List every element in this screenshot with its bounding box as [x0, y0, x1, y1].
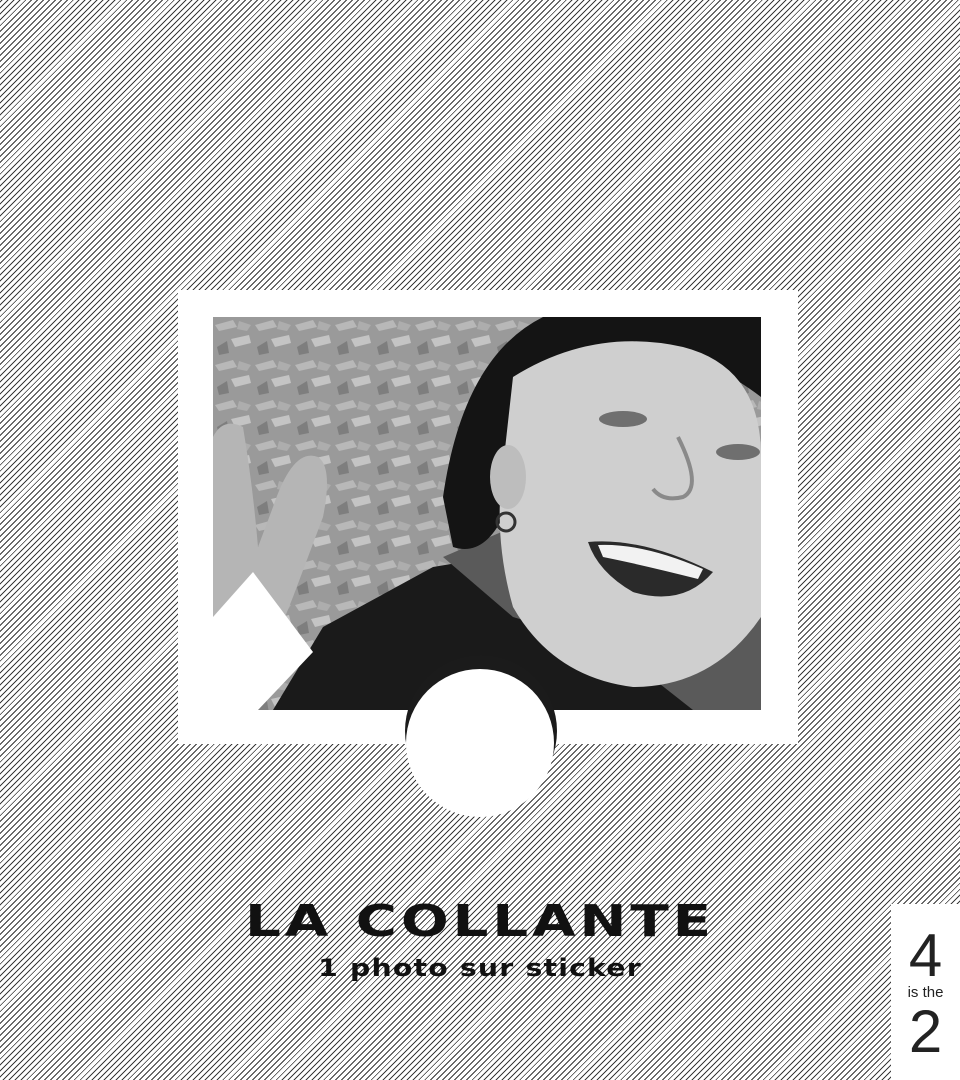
portrait-photo	[213, 317, 761, 710]
circle-badge	[406, 669, 554, 817]
portrait-photo-icon	[213, 317, 761, 710]
logo-top-digit: 4	[908, 922, 943, 989]
brand-logo: 4 is the 2	[891, 904, 960, 1080]
page-subtitle: 1 photo sur sticker	[318, 954, 642, 982]
page-title: LA COLLANTE	[245, 896, 715, 947]
logo-bottom-digit: 2	[908, 998, 943, 1065]
